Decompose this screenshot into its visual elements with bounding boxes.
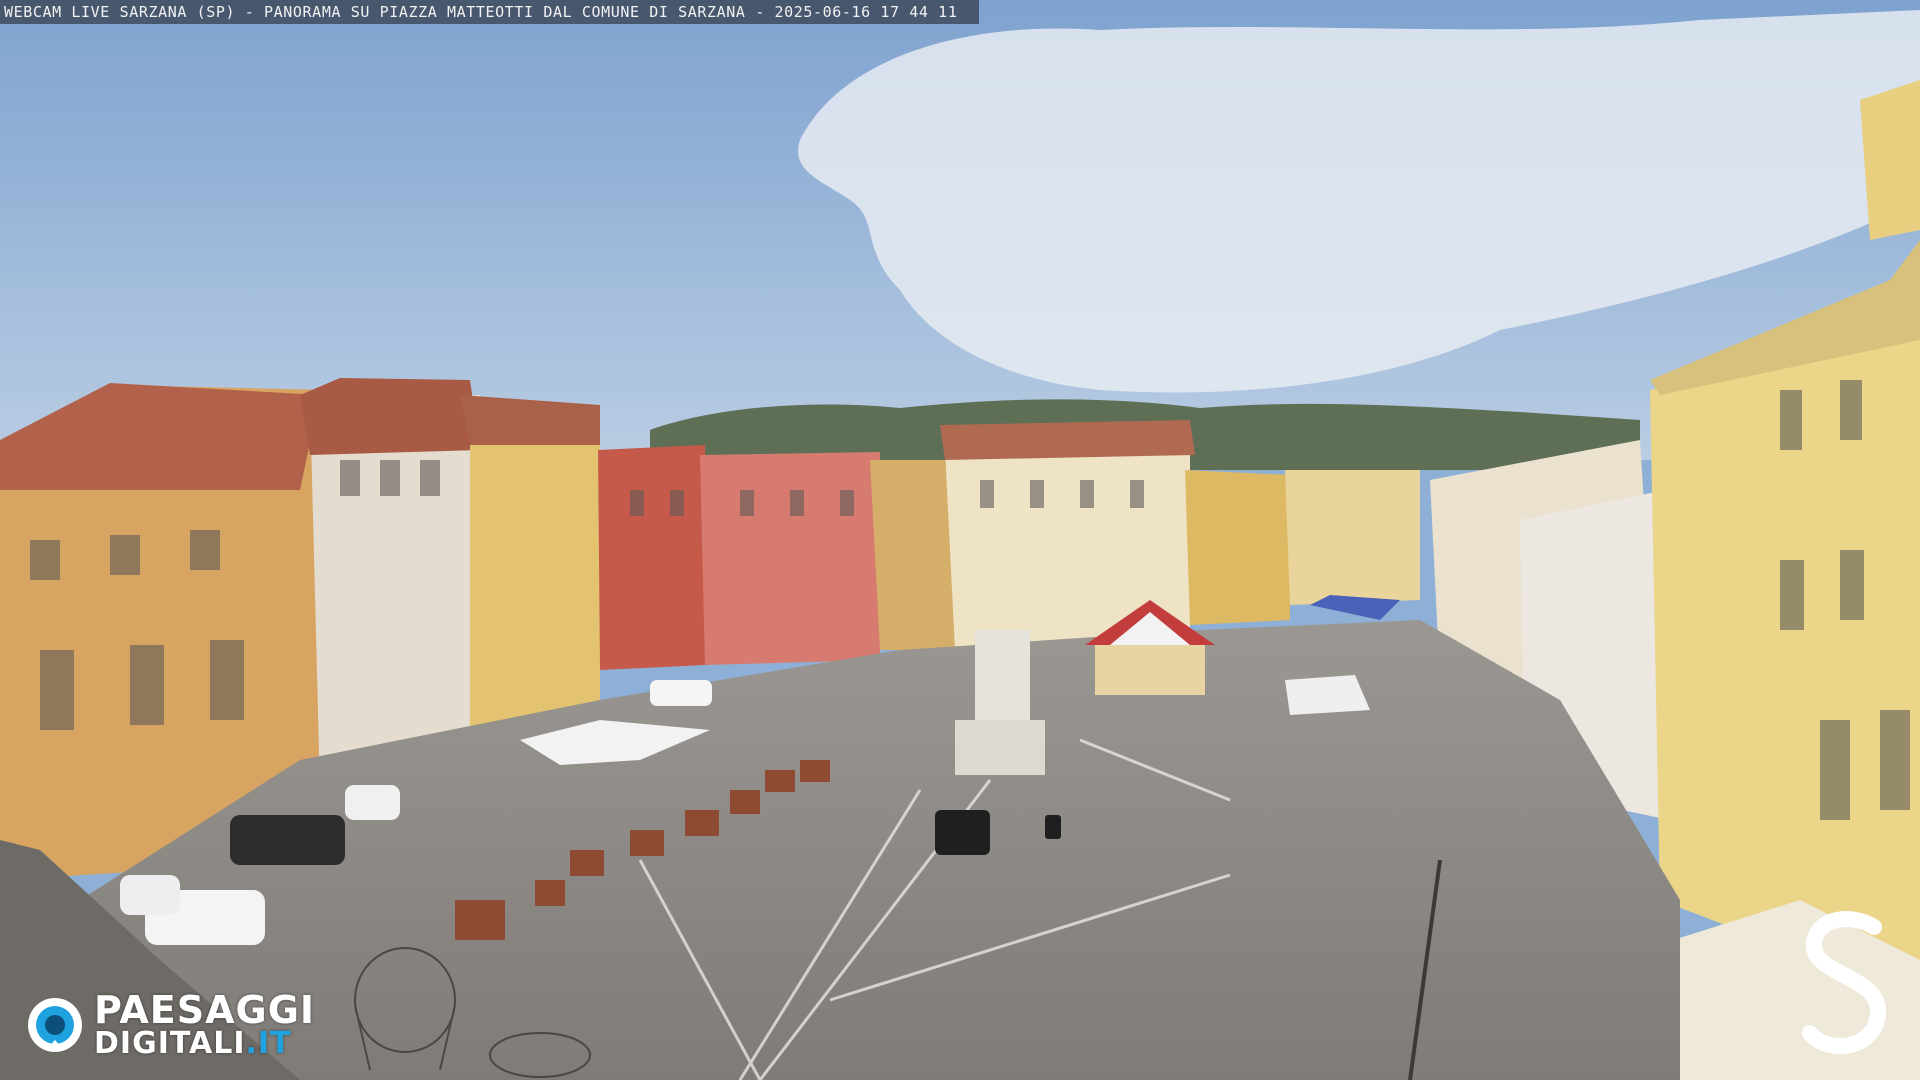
webcam-caption: WEBCAM LIVE SARZANA (SP) - PANORAMA SU P… (0, 0, 980, 24)
paesaggi-digitali-logo: PAESAGGI DIGITALI.IT (24, 990, 315, 1060)
logo-brand-line2: DIGITALI.IT (94, 1029, 315, 1059)
corner-logo-letter: S (1847, 980, 1857, 999)
cafe-umbrellas-right (1285, 675, 1370, 715)
logo-brand-main: DIGITALI (94, 1026, 246, 1061)
corner-s-logo-icon: S (1802, 911, 1886, 1055)
eye-logo-icon (28, 998, 82, 1052)
logo-brand-line1: PAESAGGI (94, 988, 316, 1032)
webcam-scene (0, 0, 1920, 1080)
logo-brand-suffix: .IT (245, 1026, 292, 1061)
